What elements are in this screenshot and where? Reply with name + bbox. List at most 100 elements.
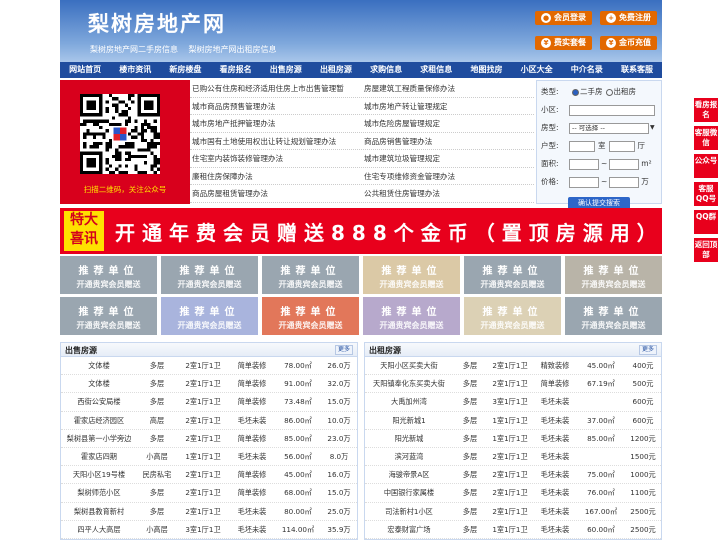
recommended-unit-tile[interactable]: 推荐单位 开通贵宾会员赠送 bbox=[565, 256, 662, 294]
listing-community[interactable]: 文体楼 bbox=[61, 357, 137, 374]
nav-for-rent[interactable]: 出租房源 bbox=[311, 62, 361, 78]
policy-link[interactable]: 公共租赁住房管理办法 bbox=[362, 185, 534, 202]
price-max-input[interactable] bbox=[609, 176, 640, 188]
register-button[interactable]: + 免费注册 bbox=[600, 11, 657, 25]
policy-link[interactable]: 商品房销售管理办法 bbox=[362, 133, 534, 150]
listing-community[interactable]: 阳光新城1 bbox=[365, 412, 453, 429]
nav-map-search[interactable]: 地图找房 bbox=[461, 62, 511, 78]
price-min-input[interactable] bbox=[569, 176, 599, 188]
policy-link[interactable]: 已购公有住房和经济适用住房上市出售管理暂 bbox=[190, 80, 362, 97]
listing-community[interactable]: 西街公安局楼 bbox=[61, 393, 137, 410]
policy-link[interactable]: 城市房地产转让管理规定 bbox=[362, 98, 534, 115]
listing-row[interactable]: 天阳小区买卖大街 多层 2室1厅1卫 精致装修 45.00㎡ 400元 bbox=[365, 357, 661, 376]
policy-link[interactable]: 商品房屋租赁管理办法 bbox=[190, 185, 362, 202]
nav-for-sale[interactable]: 出售房源 bbox=[261, 62, 311, 78]
listing-community[interactable]: 天阳小区19号楼 bbox=[61, 466, 137, 483]
area-min-input[interactable] bbox=[569, 158, 599, 170]
policy-link[interactable]: 廉租住房保障办法 bbox=[190, 168, 362, 185]
listing-row[interactable]: 梨树师范小区 多层 2室1厅1卫 简单装修 68.00㎡ 15.0万 bbox=[61, 484, 357, 503]
nav-news[interactable]: 楼市资讯 bbox=[110, 62, 160, 78]
recharge-button[interactable]: ¥ 金币充值 bbox=[600, 36, 657, 50]
recommended-unit-tile[interactable]: 推荐单位 开通贵宾会员赠送 bbox=[262, 256, 359, 294]
listing-community[interactable]: 梨树县教育新村 bbox=[61, 503, 137, 520]
listing-community[interactable]: 梨树师范小区 bbox=[61, 484, 137, 501]
listing-row[interactable]: 阳光新城 多层 1室1厅1卫 毛坯未装 85.00㎡ 1200元 bbox=[365, 430, 661, 448]
listing-row[interactable]: 梨树县第一小学旁边 多层 2室1厅1卫 简单装修 85.00㎡ 23.0万 bbox=[61, 430, 357, 448]
listing-row[interactable]: 大禹加州湾 多层 3室1厅1卫 毛坯未装 600元 bbox=[365, 393, 661, 412]
hall-select[interactable] bbox=[608, 140, 635, 152]
nav-wanted-buy[interactable]: 求购信息 bbox=[361, 62, 411, 78]
listing-community[interactable]: 文体楼 bbox=[61, 375, 137, 392]
side-qq-group[interactable]: QQ群 bbox=[694, 210, 718, 234]
listing-row[interactable]: 四平人大高层 小高层 3室1厅1卫 毛坯未装 114.00㎡ 35.9万 bbox=[61, 521, 357, 539]
side-service-wechat[interactable]: 客服微信 bbox=[694, 126, 718, 150]
recommended-unit-tile[interactable]: 推荐单位 开通贵宾会员赠送 bbox=[363, 297, 460, 335]
policy-link[interactable]: 房屋建筑工程质量保修办法 bbox=[362, 80, 534, 97]
policy-link[interactable]: 住宅专项维修资金管理办法 bbox=[362, 168, 534, 185]
side-back-to-top[interactable]: 返回顶部 bbox=[694, 238, 718, 262]
listing-row[interactable]: 霍家店经济园区 高层 2室1厅1卫 毛坯未装 86.00㎡ 10.0万 bbox=[61, 412, 357, 430]
listing-row[interactable]: 天阳镇奉化东买卖大街 多层 2室1厅1卫 简单装修 67.19㎡ 500元 bbox=[365, 375, 661, 394]
recommended-unit-tile[interactable]: 推荐单位 开通贵宾会员赠送 bbox=[464, 297, 561, 335]
sale-more-button[interactable]: 更多 bbox=[334, 345, 353, 355]
recommended-unit-tile[interactable]: 推荐单位 开通贵宾会员赠送 bbox=[262, 297, 359, 335]
listing-community[interactable]: 阳光新城 bbox=[365, 430, 453, 447]
package-button[interactable]: ¥ 费实套餐 bbox=[535, 36, 592, 50]
radio-secondhand[interactable] bbox=[572, 88, 579, 96]
listing-row[interactable]: 文体楼 多层 2室1厅1卫 简单装修 91.00㎡ 32.0万 bbox=[61, 375, 357, 394]
listing-row[interactable]: 司法新村1小区 多层 2室1厅1卫 毛坯未装 167.00㎡ 2500元 bbox=[365, 503, 661, 521]
recommended-unit-tile[interactable]: 推荐单位 开通贵宾会员赠送 bbox=[565, 297, 662, 335]
listing-row[interactable]: 西街公安局楼 多层 2室1厅1卫 简单装修 73.48㎡ 15.0万 bbox=[61, 393, 357, 412]
policy-link[interactable]: 住宅室内装饰装修管理办法 bbox=[190, 150, 362, 167]
listing-row[interactable]: 天阳小区19号楼 民房私宅 2室1厅1卫 简单装修 45.00㎡ 16.0万 bbox=[61, 466, 357, 485]
nav-home[interactable]: 网站首页 bbox=[60, 62, 110, 78]
site-logo[interactable]: 梨树房地产网 bbox=[88, 8, 226, 38]
header-link-sale[interactable]: 梨树房地产网二手房信息 bbox=[90, 45, 178, 54]
login-button[interactable]: ● 会员登录 bbox=[535, 11, 592, 25]
listing-community[interactable]: 大禹加州湾 bbox=[365, 393, 453, 410]
recommended-unit-tile[interactable]: 推荐单位 开通贵宾会员赠送 bbox=[161, 297, 258, 335]
listing-community[interactable]: 四平人大高层 bbox=[61, 521, 137, 538]
rent-more-button[interactable]: 更多 bbox=[638, 345, 657, 355]
policy-link[interactable]: 城市房地产抵押管理办法 bbox=[190, 115, 362, 132]
nav-communities[interactable]: 小区大全 bbox=[512, 62, 562, 78]
listing-community[interactable]: 司法新村1小区 bbox=[365, 503, 453, 520]
listing-community[interactable]: 霍家店经济园区 bbox=[61, 412, 137, 429]
recommended-unit-tile[interactable]: 推荐单位 开通贵宾会员赠送 bbox=[161, 256, 258, 294]
listing-community[interactable]: 霍家店四期 bbox=[61, 448, 137, 465]
nav-contact[interactable]: 联系客服 bbox=[612, 62, 662, 78]
policy-link[interactable]: 城市危险房屋管理规定 bbox=[362, 115, 534, 132]
listing-community[interactable]: 海骏帝景A区 bbox=[365, 466, 453, 483]
policy-link[interactable]: 城市国有土地使用权出让转让规划管理办法 bbox=[190, 133, 362, 150]
header-link-rent[interactable]: 梨树房地产网出租房信息 bbox=[189, 45, 277, 54]
recommended-unit-tile[interactable]: 推荐单位 开通贵宾会员赠送 bbox=[60, 256, 157, 294]
listing-row[interactable]: 霍家店四期 小高层 1室1厅1卫 毛坯未装 56.00㎡ 8.0万 bbox=[61, 448, 357, 467]
policy-link[interactable]: 城市商品房预售管理办法 bbox=[190, 98, 362, 115]
recommended-unit-tile[interactable]: 推荐单位 开通贵宾会员赠送 bbox=[60, 297, 157, 335]
recommended-unit-tile[interactable]: 推荐单位 开通贵宾会员赠送 bbox=[464, 256, 561, 294]
radio-rent[interactable] bbox=[605, 88, 613, 96]
nav-agents[interactable]: 中介名录 bbox=[562, 62, 612, 78]
listing-community[interactable]: 梨树县第一小学旁边 bbox=[61, 430, 137, 447]
nav-new-homes[interactable]: 新房楼盘 bbox=[160, 62, 210, 78]
nav-wanted-rent[interactable]: 求租信息 bbox=[411, 62, 461, 78]
listing-community[interactable]: 宏泰财富广场 bbox=[365, 521, 453, 538]
listing-row[interactable]: 文体楼 多层 2室1厅1卫 简单装修 78.00㎡ 26.0万 bbox=[61, 357, 357, 376]
room-select[interactable] bbox=[569, 140, 595, 152]
listing-row[interactable]: 梨树县教育新村 多层 2室1厅1卫 毛坯未装 80.00㎡ 25.0万 bbox=[61, 503, 357, 521]
nav-viewing-signup[interactable]: 看房报名 bbox=[211, 62, 261, 78]
listing-community[interactable]: 中国银行家属楼 bbox=[365, 484, 453, 501]
listing-community[interactable]: 天阳小区买卖大街 bbox=[365, 357, 453, 374]
listing-community[interactable]: 天阳镇奉化东买卖大街 bbox=[365, 375, 453, 392]
area-max-input[interactable] bbox=[609, 158, 640, 170]
listing-community[interactable]: 滨河蓝湾 bbox=[365, 448, 453, 465]
side-service-qq[interactable]: 客服QQ号 bbox=[694, 182, 718, 206]
listing-row[interactable]: 阳光新城1 多层 1室1厅1卫 毛坯未装 37.00㎡ 600元 bbox=[365, 412, 661, 430]
side-viewing-signup[interactable]: 看房报名 bbox=[694, 98, 718, 122]
listing-row[interactable]: 中国银行家属楼 多层 2室1厅1卫 毛坯未装 76.00㎡ 1100元 bbox=[365, 484, 661, 503]
listing-row[interactable]: 滨河蓝湾 多层 2室1厅1卫 毛坯未装 1500元 bbox=[365, 448, 661, 467]
listing-row[interactable]: 宏泰财富广场 多层 1室1厅1卫 毛坯未装 60.00㎡ 2500元 bbox=[365, 521, 661, 539]
policy-link[interactable]: 城市建筑垃圾管理规定 bbox=[362, 150, 534, 167]
room-type-select[interactable]: -- 可选择 -- bbox=[569, 122, 649, 134]
listing-row[interactable]: 海骏帝景A区 多层 2室1厅1卫 毛坯未装 75.00㎡ 1000元 bbox=[365, 466, 661, 485]
